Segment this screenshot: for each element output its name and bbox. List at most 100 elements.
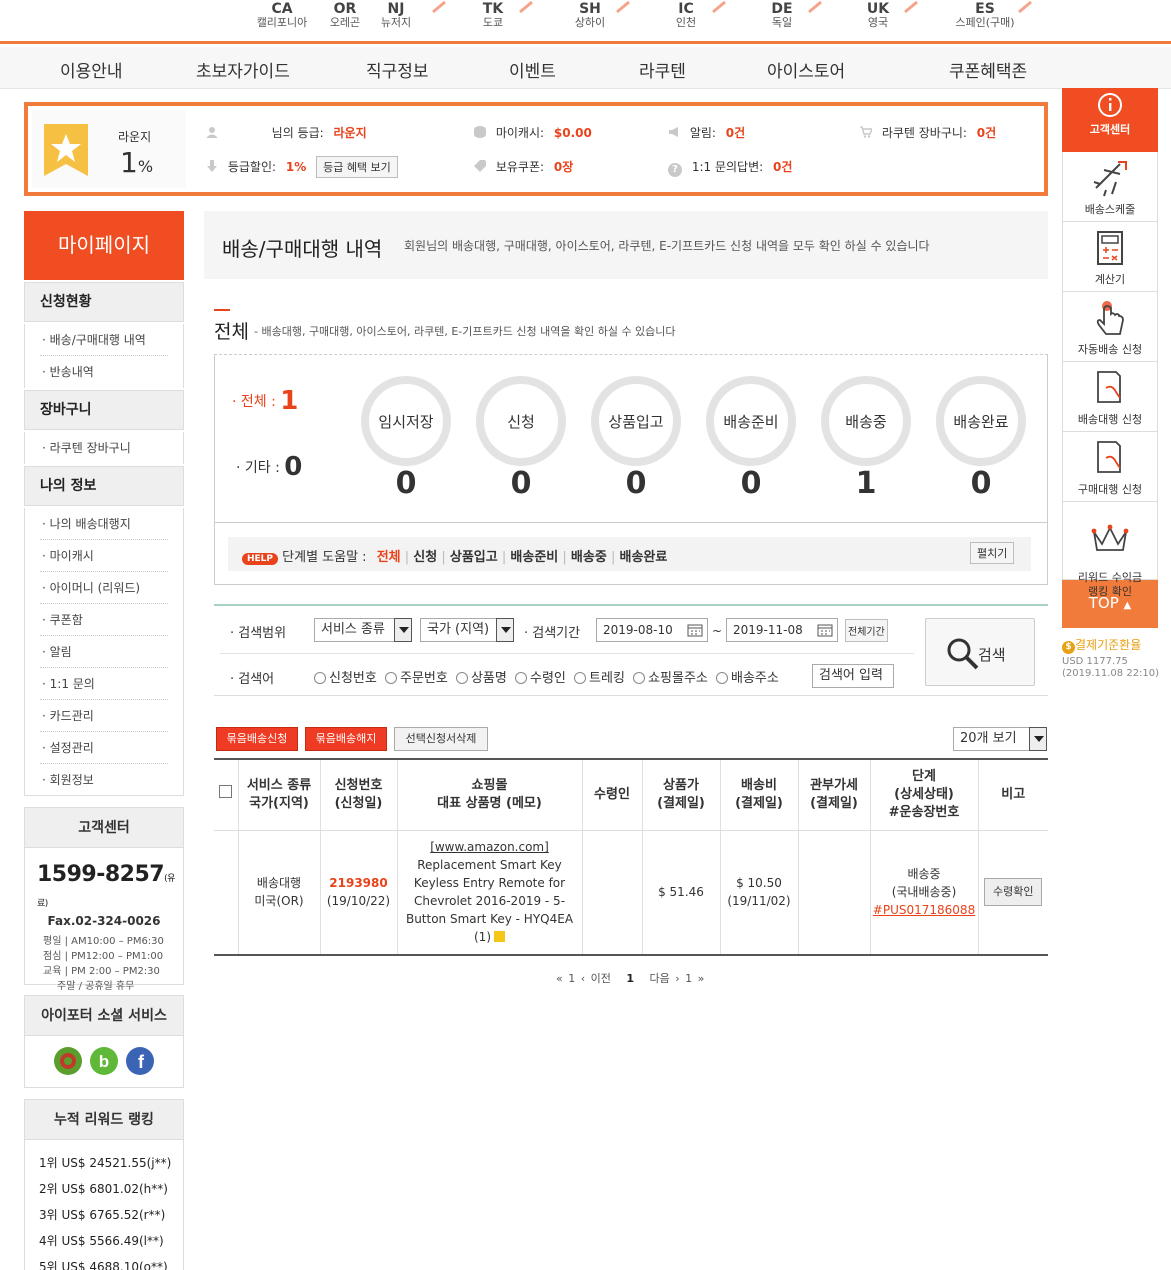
quick-calculator[interactable]: 계산기 bbox=[1062, 222, 1158, 292]
page-size-select[interactable]: 20개 보기 bbox=[953, 727, 1047, 751]
sidebar-item-alarm[interactable]: · 알림 bbox=[40, 636, 168, 668]
unbundle-ship-button[interactable]: 묶음배송해지 bbox=[305, 727, 387, 751]
warehouse-ic[interactable]: IC 인천 bbox=[649, 0, 726, 30]
stat-shipping[interactable]: 배송중 bbox=[821, 376, 911, 466]
mycash-value[interactable]: $0.00 bbox=[554, 126, 592, 140]
sidebar-item-return[interactable]: · 반송내역 bbox=[40, 356, 168, 388]
radio-address[interactable]: 배송주소 bbox=[716, 671, 779, 686]
date-to-input[interactable]: 2019-11-08 bbox=[726, 618, 838, 642]
help-step-applied[interactable]: 신청 bbox=[413, 550, 437, 565]
nav-info[interactable]: 직구정보 bbox=[366, 57, 429, 82]
radio-circle bbox=[384, 672, 397, 684]
quick-auto-shipping[interactable]: 자동배송 신청 bbox=[1062, 292, 1158, 362]
stat-received[interactable]: 상품입고 bbox=[591, 376, 681, 466]
help-step-delivered[interactable]: 배송완료 bbox=[619, 550, 667, 565]
order-table: 서비스 종류 국가(지역) 신청번호 (신청일) 쇼핑몰 대표 상품명 (메모)… bbox=[214, 758, 1048, 956]
sidebar-item-member[interactable]: · 회원정보 bbox=[40, 764, 168, 796]
radio-receiver[interactable]: 수령인 bbox=[515, 671, 566, 686]
help-expand-button[interactable]: 펼치기 bbox=[970, 542, 1015, 564]
order-number-link[interactable]: 2193980 bbox=[329, 876, 387, 890]
alarm-value[interactable]: 0건 bbox=[726, 126, 745, 140]
user-grade-label: 님의 등급: bbox=[271, 126, 324, 140]
nav-event[interactable]: 이벤트 bbox=[509, 57, 556, 82]
quick-cs-button[interactable]: 고객센터 bbox=[1062, 88, 1158, 152]
stat-applied[interactable]: 신청 bbox=[476, 376, 566, 466]
radio-purchase-no[interactable]: 주문번호 bbox=[384, 671, 448, 686]
warehouse-sh[interactable]: SH 상하이 bbox=[553, 0, 630, 30]
coupon-value[interactable]: 0장 bbox=[554, 160, 573, 174]
sidebar-item-rakuten-cart[interactable]: · 라쿠텐 장바구니 bbox=[40, 432, 168, 464]
service-select[interactable]: 서비스 종류 bbox=[314, 618, 412, 642]
radio-tracking[interactable]: 트레킹 bbox=[574, 671, 625, 686]
help-step-received[interactable]: 상품입고 bbox=[450, 550, 498, 565]
nav-rakuten[interactable]: 라쿠텐 bbox=[639, 57, 686, 82]
top-button[interactable]: TOP ▲ bbox=[1062, 580, 1158, 628]
quick-purchase-apply[interactable]: 구매대행 신청 bbox=[1062, 432, 1158, 502]
help-step-preparing[interactable]: 배송준비 bbox=[510, 550, 558, 565]
sidebar-item-card[interactable]: · 카드관리 bbox=[40, 700, 168, 732]
delete-selected-button[interactable]: 선택신청서삭제 bbox=[394, 727, 488, 751]
date-from-input[interactable]: 2019-08-10 bbox=[596, 618, 708, 642]
sidebar-item-history[interactable]: · 배송/구매대행 내역 bbox=[40, 324, 168, 356]
quick-shipping-apply[interactable]: 배송대행 신청 bbox=[1062, 362, 1158, 432]
quick-reward-ranking[interactable]: 리워드 수익금 랭킹 확인 bbox=[1062, 502, 1158, 598]
page-last[interactable]: 1 » bbox=[685, 972, 704, 985]
sidebar-item-label: 반송내역 bbox=[49, 365, 94, 379]
confirm-receipt-button[interactable]: 수령확인 bbox=[984, 878, 1043, 907]
ranking-row: 5위 US$ 4688.10(o**) bbox=[39, 1260, 168, 1270]
radio-product[interactable]: 상품명 bbox=[455, 671, 507, 686]
sidebar-item-settings[interactable]: · 설정관리 bbox=[40, 732, 168, 764]
help-bar: HELP 단계별 도움말 : 전체 | 신청 | 상품입고 | 배송준비 | 배… bbox=[228, 537, 1031, 571]
sidebar-item-mycash[interactable]: · 마이캐시 bbox=[40, 540, 168, 572]
stat-delivered[interactable]: 배송완료 bbox=[936, 376, 1026, 466]
warehouse-tk[interactable]: TK 도쿄 bbox=[456, 0, 533, 30]
help-step-all[interactable]: 전체 bbox=[377, 550, 401, 565]
memo-icon[interactable] bbox=[494, 931, 505, 943]
quick-shipping-schedule[interactable]: 배송스케줄 bbox=[1062, 152, 1158, 222]
sidebar-item-imoney[interactable]: · 아이머니 (리워드) bbox=[40, 572, 168, 604]
mall-link[interactable]: [www.amazon.com] bbox=[430, 840, 549, 854]
quick-item-label: 배송대행 신청 bbox=[1077, 413, 1143, 426]
sidebar-item-qna[interactable]: · 1:1 문의 bbox=[40, 668, 168, 700]
warehouse-nj[interactable]: NJ 뉴저지 bbox=[359, 0, 446, 30]
grade-panel: 라운지 1% 님의 등급: 라운지 등급할인: 1% 등급 혜택 보기 마이캐시… bbox=[24, 102, 1048, 196]
radio-order-no[interactable]: 신청번호 bbox=[314, 671, 377, 686]
country-select[interactable]: 국가 (지역) bbox=[420, 618, 514, 642]
calendar-icon[interactable] bbox=[817, 623, 833, 637]
stat-draft[interactable]: 임시저장 bbox=[361, 376, 451, 466]
calendar-icon[interactable] bbox=[687, 623, 703, 637]
help-step-shipping[interactable]: 배송중 bbox=[571, 550, 607, 565]
cart-value[interactable]: 0건 bbox=[977, 126, 996, 140]
blog-icon[interactable]: b bbox=[89, 1046, 119, 1076]
page-next[interactable]: 다음 › bbox=[650, 972, 680, 985]
page-first[interactable]: « 1 bbox=[556, 972, 575, 985]
nav-beginner[interactable]: 초보자가이드 bbox=[196, 57, 290, 82]
rate-title: 결제기준환율 bbox=[1075, 638, 1142, 652]
page-title: 배송/구매대행 내역 bbox=[222, 237, 383, 261]
calculator-icon bbox=[1097, 231, 1123, 265]
page-current[interactable]: 1 bbox=[626, 972, 634, 985]
warehouse-de[interactable]: DE 독일 bbox=[745, 0, 822, 30]
nav-guide[interactable]: 이용안내 bbox=[60, 57, 123, 82]
kakao-story-icon[interactable] bbox=[53, 1046, 83, 1076]
all-period-button[interactable]: 전체기간 bbox=[845, 619, 888, 642]
other-count[interactable]: · 기타 : 0 bbox=[236, 452, 302, 482]
grade-benefit-button[interactable]: 등급 혜택 보기 bbox=[316, 156, 398, 178]
sidebar-item-coupons[interactable]: · 쿠폰함 bbox=[40, 604, 168, 636]
warehouse-uk[interactable]: UK 영국 bbox=[841, 0, 918, 30]
page-prev[interactable]: ‹ 이전 bbox=[581, 972, 611, 985]
nav-coupon[interactable]: 쿠폰혜택존 bbox=[949, 57, 1027, 82]
bundle-ship-button[interactable]: 묶음배송신청 bbox=[216, 727, 298, 751]
select-all-checkbox[interactable] bbox=[219, 785, 233, 799]
stat-preparing[interactable]: 배송준비 bbox=[706, 376, 796, 466]
total-count[interactable]: · 전체 : 1 bbox=[232, 386, 298, 416]
tracking-link[interactable]: #PUS017186088 bbox=[873, 903, 975, 917]
radio-mall-url[interactable]: 쇼핑몰주소 bbox=[633, 671, 708, 686]
search-button[interactable]: 검색 bbox=[925, 618, 1035, 686]
keyword-input[interactable]: 검색어 입력 bbox=[812, 664, 894, 688]
sidebar-item-my-address[interactable]: · 나의 배송대행지 bbox=[40, 508, 168, 540]
facebook-icon[interactable]: f bbox=[125, 1046, 155, 1076]
qna-value[interactable]: 0건 bbox=[773, 160, 792, 174]
nav-istore[interactable]: 아이스토어 bbox=[767, 57, 845, 82]
warehouse-es[interactable]: ES 스페인(구매) bbox=[943, 0, 1032, 30]
